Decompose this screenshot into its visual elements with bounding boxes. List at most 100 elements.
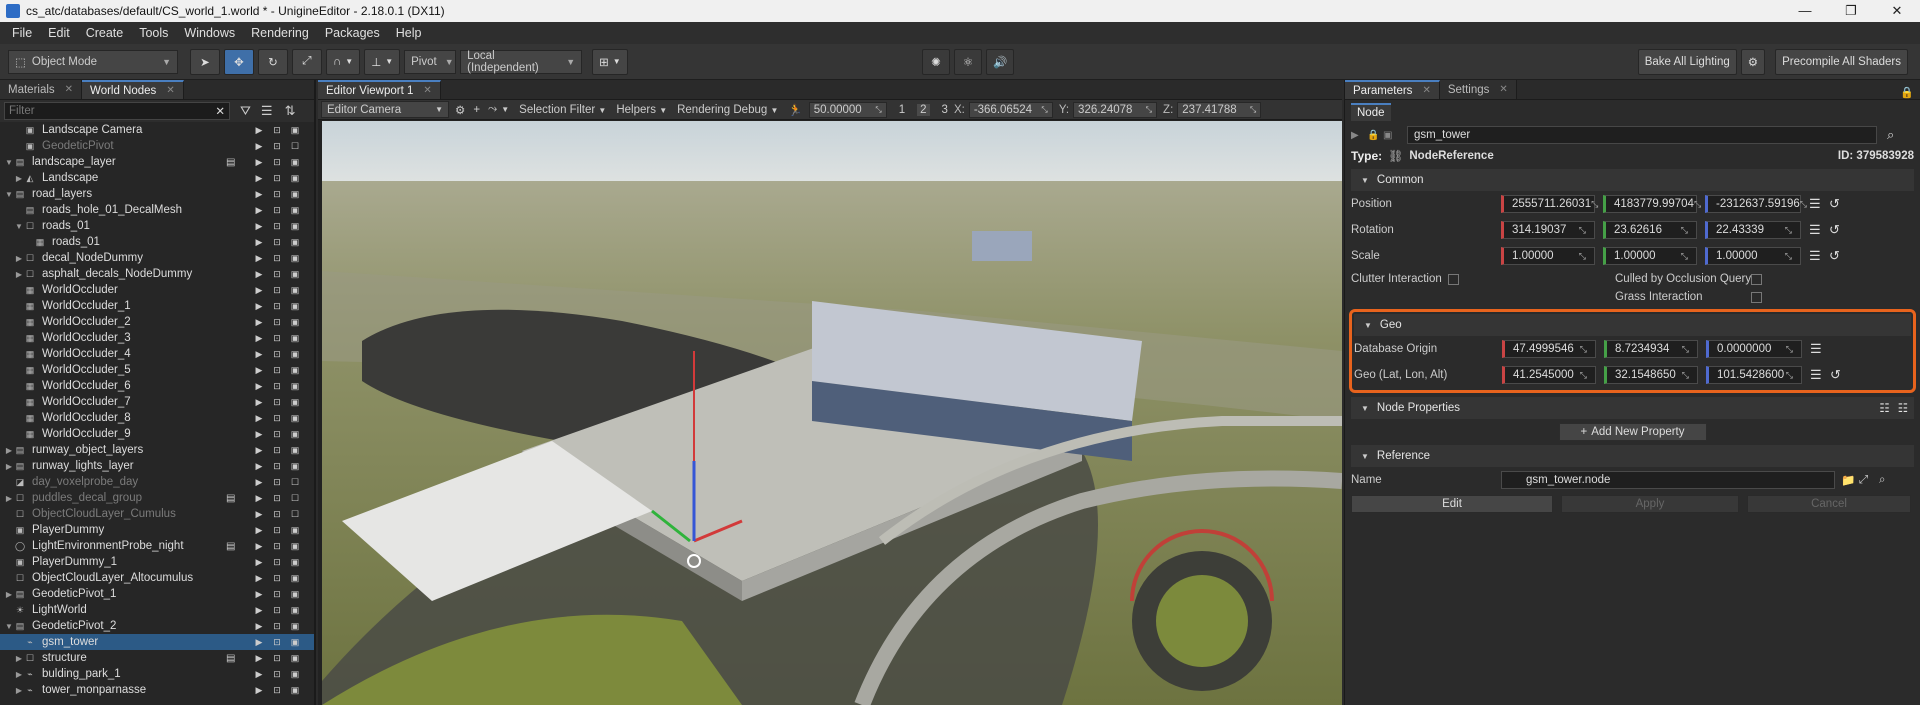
play-icon[interactable]: ▶ xyxy=(250,269,268,280)
menu-windows[interactable]: Windows xyxy=(176,26,243,40)
culled-by-occlusion-checkbox[interactable] xyxy=(1751,273,1762,285)
tree-node[interactable]: ▤ roads_hole_01_DecalMesh ▶ ⊡ ▣ xyxy=(0,202,314,218)
viewport-scene[interactable] xyxy=(322,121,1342,705)
menu-help[interactable]: Help xyxy=(388,26,430,40)
rotation-x-field[interactable]: 314.19037 ⤡ xyxy=(1501,221,1595,239)
play-icon[interactable]: ▶ xyxy=(250,557,268,568)
page-3-button[interactable]: 3 xyxy=(942,104,948,116)
play-icon[interactable]: ▶ xyxy=(250,669,268,680)
apply-button[interactable]: Apply xyxy=(1561,495,1739,513)
enabled-checkbox-icon[interactable]: ▣ xyxy=(286,269,304,280)
play-icon[interactable]: ▶ xyxy=(250,285,268,296)
tree-node[interactable]: ☐ ObjectCloudLayer_Altocumulus ▶ ⊡ ▣ xyxy=(0,570,314,586)
snap-grid-button[interactable]: ⊞ ▼ xyxy=(592,48,628,75)
bake-lighting-button[interactable]: Bake All Lighting xyxy=(1637,48,1737,75)
play-icon[interactable]: ▶ xyxy=(250,637,268,648)
lock-icon[interactable]: 🔒 xyxy=(1367,130,1381,141)
enabled-checkbox-icon[interactable]: ▣ xyxy=(286,621,304,632)
lock-icon[interactable]: ⊡ xyxy=(268,173,286,184)
enabled-checkbox-icon[interactable]: ▣ xyxy=(286,525,304,536)
close-icon[interactable]: ✕ xyxy=(65,84,73,95)
menu-packages[interactable]: Packages xyxy=(317,26,388,40)
tree-node[interactable]: ☐ ObjectCloudLayer_Cumulus ▶ ⊡ ☐ xyxy=(0,506,314,522)
space-select[interactable]: Local (Independent) ▼ xyxy=(460,49,583,74)
geo-lat-field[interactable]: 41.2545000 ⤡ xyxy=(1502,366,1596,384)
enabled-checkbox-icon[interactable]: ☐ xyxy=(286,509,304,520)
lock-icon[interactable]: ⊡ xyxy=(268,445,286,456)
play-icon[interactable]: ▶ xyxy=(250,653,268,664)
expand-icon[interactable]: ▶ xyxy=(4,590,14,599)
maximize-button[interactable]: ❐ xyxy=(1828,3,1874,19)
lock-icon[interactable]: ⊡ xyxy=(268,541,286,552)
scale-x-field[interactable]: 1.00000 ⤡ xyxy=(1501,247,1595,265)
pivot-select[interactable]: Pivot ▼ xyxy=(404,49,457,74)
scale-z-field[interactable]: 1.00000 ⤡ xyxy=(1705,247,1801,265)
enabled-checkbox-icon[interactable]: ▣ xyxy=(286,429,304,440)
geo-lon-field[interactable]: 32.1548650 ⤡ xyxy=(1604,366,1698,384)
hierarchy-icon[interactable]: ☰ xyxy=(261,103,273,119)
enabled-checkbox-icon[interactable]: ▣ xyxy=(286,157,304,168)
node-name-field[interactable]: gsm_tower xyxy=(1407,126,1877,144)
physics-toggle[interactable]: ⚛ xyxy=(954,48,982,75)
play-icon[interactable]: ▶ xyxy=(250,173,268,184)
tree-node[interactable]: ▶ ▤ GeodeticPivot_1 ▶ ⊡ ▣ xyxy=(0,586,314,602)
play-icon[interactable]: ▶ xyxy=(250,221,268,232)
lock-icon[interactable]: ⊡ xyxy=(268,621,286,632)
tree-node[interactable]: ▦ roads_01 ▶ ⊡ ▣ xyxy=(0,234,314,250)
position-x-field[interactable]: 2555711.26031 ⤡ xyxy=(1501,195,1598,213)
filter-input[interactable]: Filter ✕ xyxy=(4,102,230,120)
tree-node[interactable]: ☀ LightWorld ▶ ⊡ ▣ xyxy=(0,602,314,618)
reset-icon[interactable]: ↺ xyxy=(1830,367,1841,383)
scale-tool-button[interactable]: ⤢ xyxy=(292,48,322,75)
tree-node[interactable]: ▶ ◭ Landscape ▶ ⊡ ▣ xyxy=(0,170,314,186)
helpers-menu[interactable]: Helpers ▼ xyxy=(616,104,667,116)
tab-materials[interactable]: Materials ✕ xyxy=(0,80,83,99)
lock-icon[interactable]: ⊡ xyxy=(268,365,286,376)
expand-icon[interactable]: ▶ xyxy=(14,254,24,263)
tree-node[interactable]: ▦ WorldOccluder_2 ▶ ⊡ ▣ xyxy=(0,314,314,330)
tree-node[interactable]: ▼ ▤ GeodeticPivot_2 ▶ ⊡ ▣ xyxy=(0,618,314,634)
expand-icon[interactable]: ▶ xyxy=(4,446,14,455)
tree-node[interactable]: ▶ ☐ puddles_decal_group ▤ ▶ ⊡ ☐ xyxy=(0,490,314,506)
menu-icon[interactable]: ☰ xyxy=(1809,222,1821,238)
position-y-field[interactable]: 4183779.99704 ⤡ xyxy=(1603,195,1701,213)
reset-icon[interactable]: ↺ xyxy=(1829,222,1840,238)
play-icon[interactable]: ▶ xyxy=(250,205,268,216)
play-icon[interactable]: ▶ xyxy=(250,493,268,504)
mode-select[interactable]: ⬚ Object Mode ▼ xyxy=(8,49,178,74)
minimize-button[interactable]: — xyxy=(1782,3,1828,19)
reset-icon[interactable]: ↺ xyxy=(1829,196,1840,212)
tree-node[interactable]: ▣ PlayerDummy ▶ ⊡ ▣ xyxy=(0,522,314,538)
folder-icon[interactable]: 📁 xyxy=(1841,473,1855,487)
hierarchy-icon[interactable]: ☷ xyxy=(1879,401,1889,415)
lock-icon[interactable]: ⊡ xyxy=(268,349,286,360)
grass-interaction-checkbox[interactable] xyxy=(1751,291,1762,303)
play-icon[interactable]: ▶ xyxy=(250,477,268,488)
play-icon[interactable]: ▶ xyxy=(250,573,268,584)
geo-alt-field[interactable]: 101.5428600 ⤡ xyxy=(1706,366,1802,384)
play-icon[interactable]: ▶ xyxy=(250,365,268,376)
close-button[interactable]: ✕ xyxy=(1874,3,1920,19)
tab-node[interactable]: Node xyxy=(1351,103,1391,121)
enabled-checkbox-icon[interactable]: ▣ xyxy=(286,573,304,584)
checkbox-icon[interactable]: ▣ xyxy=(1383,130,1397,141)
enabled-checkbox-icon[interactable]: ▣ xyxy=(286,653,304,664)
move-tool-button[interactable]: ✥ xyxy=(224,48,254,75)
lock-icon[interactable]: ⊡ xyxy=(268,269,286,280)
lock-icon[interactable]: ⊡ xyxy=(268,413,286,424)
y-coord-field[interactable]: 326.24078 ⤡ xyxy=(1073,101,1158,118)
expand-icon[interactable]: ▼ xyxy=(4,190,14,199)
close-icon[interactable]: ✕ xyxy=(423,85,431,96)
lock-icon[interactable]: ⊡ xyxy=(268,429,286,440)
menu-edit[interactable]: Edit xyxy=(40,26,78,40)
tree-node[interactable]: ▶ ☐ asphalt_decals_NodeDummy ▶ ⊡ ▣ xyxy=(0,266,314,282)
search-icon[interactable]: ⌕ xyxy=(1879,474,1885,487)
tree-node[interactable]: ▦ WorldOccluder_4 ▶ ⊡ ▣ xyxy=(0,346,314,362)
tree-node[interactable]: ▦ WorldOccluder_9 ▶ ⊡ ▣ xyxy=(0,426,314,442)
play-icon[interactable]: ▶ xyxy=(250,397,268,408)
precompile-shaders-button[interactable]: Precompile All Shaders xyxy=(1775,48,1908,75)
expand-icon[interactable]: ▼ xyxy=(4,158,14,167)
play-icon[interactable]: ▶ xyxy=(250,125,268,136)
open-external-icon[interactable]: ⤢ xyxy=(1859,474,1868,487)
add-icon[interactable]: + xyxy=(473,104,480,116)
